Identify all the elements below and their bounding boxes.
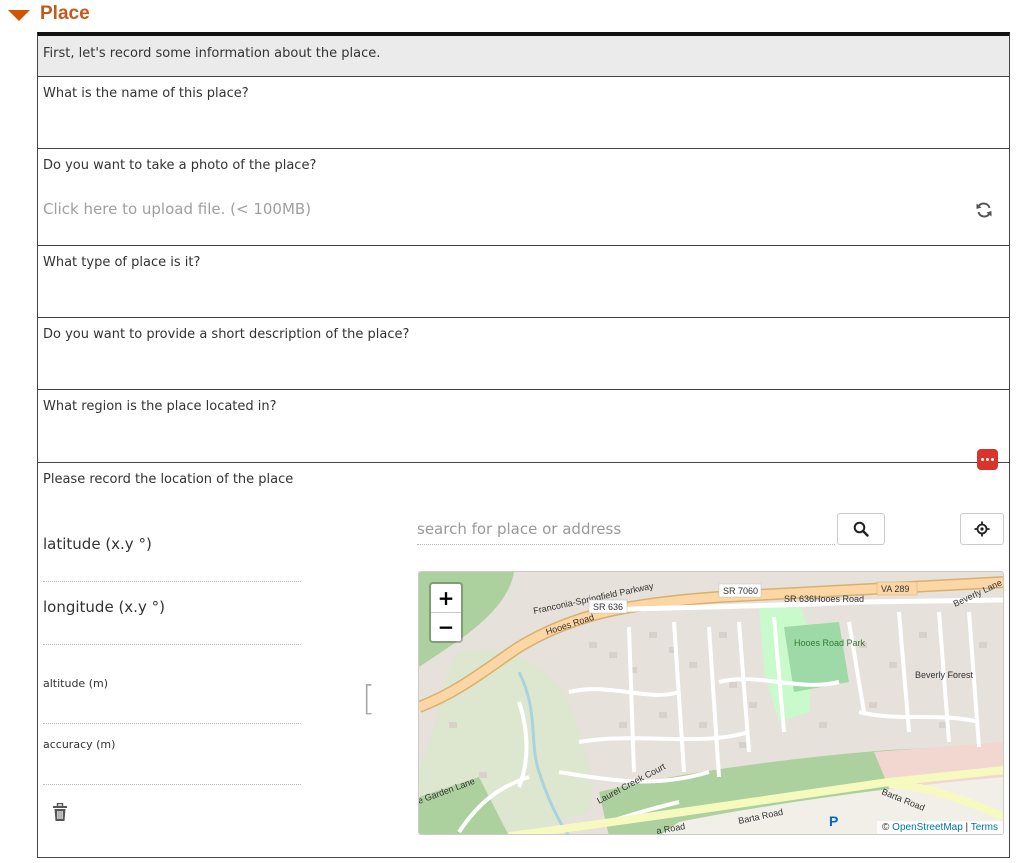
map-label: Beverly Forest bbox=[915, 670, 974, 680]
intro-row: First, let's record some information abo… bbox=[38, 36, 1009, 77]
place-search-input[interactable] bbox=[417, 514, 835, 545]
upload-file-link[interactable]: Click here to upload file. (< 100MB) bbox=[43, 200, 311, 218]
map-label: Hooes Road Park bbox=[794, 638, 866, 648]
attribution-separator: | bbox=[962, 822, 971, 833]
zoom-control: + − bbox=[429, 582, 463, 643]
trash-icon[interactable] bbox=[52, 803, 68, 822]
accuracy-label: accuracy (m) bbox=[43, 738, 116, 751]
latitude-input[interactable] bbox=[43, 581, 301, 582]
section-title: Place bbox=[40, 3, 90, 24]
question-label: Do you want to provide a short descripti… bbox=[43, 327, 410, 342]
question-label: Please record the location of the place bbox=[43, 472, 294, 487]
altitude-input[interactable] bbox=[43, 723, 301, 724]
location-map[interactable]: Franconia-Springfield Parkway SR 7060 SR… bbox=[418, 571, 1004, 835]
question-description[interactable]: Do you want to provide a short descripti… bbox=[38, 318, 1009, 390]
map-attribution: © OpenStreetMap | Terms bbox=[877, 821, 1003, 834]
intro-text: First, let's record some information abo… bbox=[43, 46, 381, 61]
zoom-in-button[interactable]: + bbox=[431, 584, 461, 613]
locate-icon bbox=[974, 521, 990, 537]
parking-icon: P bbox=[829, 813, 838, 829]
bracket-mark: [ bbox=[362, 679, 376, 719]
map-label: VA 289 bbox=[881, 584, 909, 594]
altitude-label: altitude (m) bbox=[43, 677, 108, 690]
question-name[interactable]: What is the name of this place? bbox=[38, 77, 1009, 149]
map-label: SR 636 bbox=[593, 602, 623, 612]
question-type[interactable]: What type of place is it? bbox=[38, 246, 1009, 318]
terms-link[interactable]: Terms bbox=[971, 822, 998, 833]
longitude-input[interactable] bbox=[43, 644, 301, 645]
question-label: What is the name of this place? bbox=[43, 86, 249, 101]
longitude-label: longitude (x.y °) bbox=[43, 598, 165, 616]
map-label: Hooes Road bbox=[814, 594, 864, 604]
question-label: Do you want to take a photo of the place… bbox=[43, 158, 317, 173]
refresh-icon[interactable] bbox=[975, 201, 993, 219]
question-location: Please record the location of the place … bbox=[38, 463, 1009, 858]
map-label: SR 636 bbox=[784, 594, 814, 604]
search-button[interactable] bbox=[837, 513, 885, 545]
section-header[interactable]: Place bbox=[8, 0, 90, 28]
latitude-label: latitude (x.y °) bbox=[43, 535, 152, 553]
accuracy-input[interactable] bbox=[43, 784, 301, 785]
attribution-prefix: © bbox=[882, 822, 893, 833]
locate-button[interactable] bbox=[960, 513, 1004, 545]
place-form: First, let's record some information abo… bbox=[37, 32, 1010, 858]
map-tiles: Franconia-Springfield Parkway SR 7060 SR… bbox=[419, 572, 1003, 834]
question-label: What region is the place located in? bbox=[43, 399, 277, 414]
search-icon bbox=[853, 521, 869, 537]
question-label: What type of place is it? bbox=[43, 255, 201, 270]
question-region[interactable]: What region is the place located in? bbox=[38, 390, 1009, 470]
question-photo[interactable]: Do you want to take a photo of the place… bbox=[38, 149, 1009, 246]
osm-link[interactable]: OpenStreetMap bbox=[892, 822, 963, 833]
park-area bbox=[784, 622, 849, 692]
zoom-out-button[interactable]: − bbox=[431, 613, 461, 641]
triangle-down-icon[interactable] bbox=[8, 9, 30, 21]
map-label: SR 7060 bbox=[723, 586, 758, 596]
